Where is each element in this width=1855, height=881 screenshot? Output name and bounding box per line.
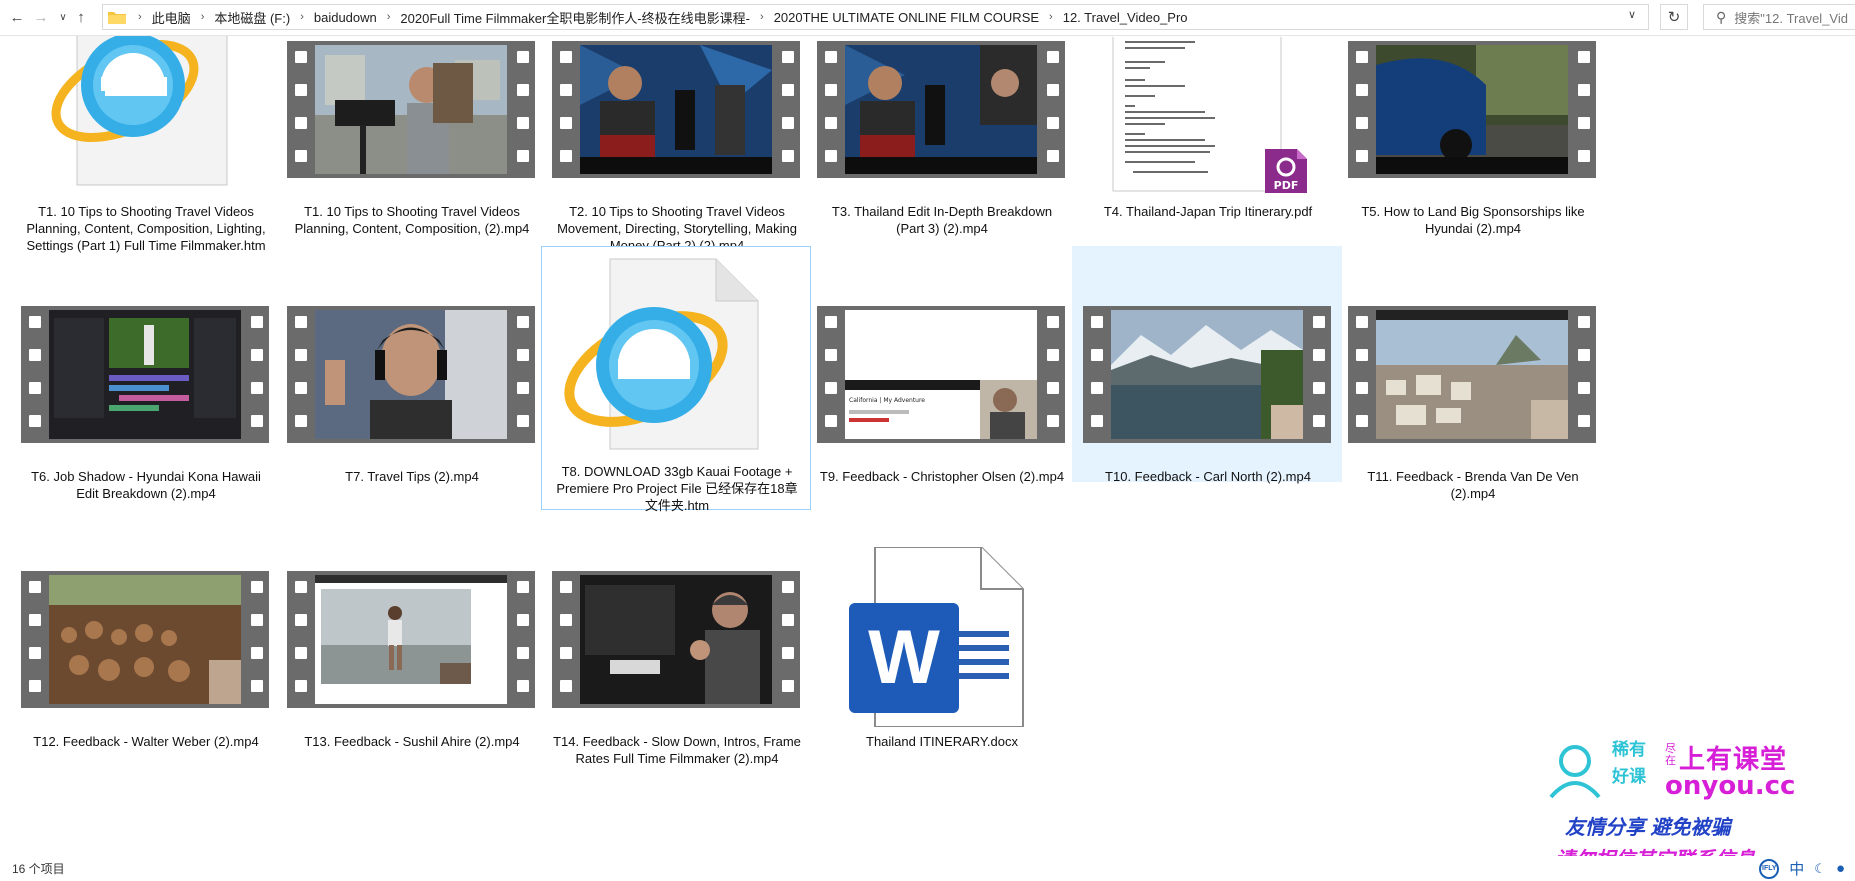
chevron-right-icon[interactable]: › — [195, 11, 211, 23]
breadcrumb-current-folder[interactable]: 12. Travel_Video_Pro — [1059, 10, 1192, 25]
left-arrow-icon: ← — [9, 8, 25, 26]
file-item[interactable]: T1. 10 Tips to Shooting Travel Videos Pl… — [10, 36, 280, 253]
back-button[interactable]: ← — [6, 6, 28, 28]
chevron-down-icon: ∨ — [59, 11, 67, 23]
file-name: Thailand ITINERARY.docx — [866, 734, 1018, 749]
video-thumbnail — [277, 571, 545, 708]
up-arrow-icon: ↑ — [77, 8, 85, 26]
chevron-right-icon: › — [138, 11, 142, 23]
chevron-right-icon[interactable]: › — [381, 11, 397, 23]
chevron-right-icon[interactable]: › — [1043, 11, 1059, 23]
video-thumbnail — [277, 306, 545, 443]
search-box[interactable]: ⚲ 搜索"12. Travel_Vid — [1703, 4, 1855, 30]
user-outline-icon — [1549, 745, 1601, 799]
file-item[interactable]: T12. Feedback - Walter Weber (2).mp4 — [10, 566, 280, 771]
file-item[interactable]: California | My Adventure T9. Feedback -… — [806, 301, 1076, 506]
video-thumbnail — [807, 41, 1075, 178]
watermark-small: 尽在 — [1665, 743, 1676, 767]
watermark: 稀有 好课 尽在 上有课堂 onyou.cc 友情分享 避免被骗 请勿相信其它联… — [1545, 731, 1795, 856]
item-count: 16 个项目 — [12, 862, 65, 876]
file-name: T3. Thailand Edit In-Depth Breakdown (Pa… — [831, 204, 1053, 236]
watermark-line1: 友情分享 避免被骗 — [1565, 817, 1731, 839]
file-name: T4. Thailand-Japan Trip Itinerary.pdf — [1103, 204, 1313, 219]
breadcrumb-baidudown[interactable]: baidudown — [310, 10, 381, 25]
video-thumbnail — [542, 571, 810, 708]
file-name: T14. Feedback - Slow Down, Intros, Frame… — [553, 734, 801, 766]
right-arrow-icon: → — [33, 8, 49, 26]
video-thumbnail — [11, 306, 279, 443]
watermark-logo-top: 稀有 — [1612, 740, 1646, 759]
status-bar: 16 个项目 IFLY 中 ☾ ● — [0, 856, 1855, 881]
microphone-icon[interactable]: ● — [1836, 860, 1845, 877]
video-thumbnail — [1338, 41, 1606, 178]
video-thumbnail: California | My Adventure — [807, 306, 1075, 443]
file-item[interactable]: T8. DOWNLOAD 33gb Kauai Footage + Premie… — [541, 246, 811, 513]
breadcrumb-drive-f[interactable]: 本地磁盘 (F:) — [210, 8, 294, 27]
file-item[interactable]: T14. Feedback - Slow Down, Intros, Frame… — [541, 566, 811, 771]
watermark-site: onyou.cc — [1665, 771, 1796, 801]
file-item[interactable]: T5. How to Land Big Sponsorships like Hy… — [1337, 36, 1607, 241]
address-bar[interactable]: › 此电脑 › 本地磁盘 (F:) › baidudown › 2020Full… — [102, 4, 1649, 30]
htm-file-icon — [542, 257, 810, 452]
video-thumbnail — [1073, 306, 1341, 443]
file-item[interactable]: T6. Job Shadow - Hyundai Kona Hawaii Edi… — [10, 301, 280, 506]
file-name: T1. 10 Tips to Shooting Travel Videos Pl… — [26, 204, 266, 253]
watermark-logo-bottom: 好课 — [1612, 767, 1646, 786]
video-thumbnail — [277, 41, 545, 178]
file-item[interactable]: T13. Feedback - Sushil Ahire (2).mp4 — [276, 566, 546, 771]
forward-button[interactable]: → — [30, 6, 52, 28]
ime-indicator[interactable]: IFLY 中 ☾ ● — [1759, 858, 1845, 879]
moon-icon[interactable]: ☾ — [1814, 861, 1826, 877]
chevron-right-icon[interactable]: › — [294, 11, 310, 23]
file-name: T8. DOWNLOAD 33gb Kauai Footage + Premie… — [556, 464, 798, 513]
address-history-dropdown[interactable]: ∨ — [1628, 8, 1636, 21]
breadcrumb-ultimate-course[interactable]: 2020THE ULTIMATE ONLINE FILM COURSE — [770, 10, 1043, 25]
file-name: T7. Travel Tips (2).mp4 — [345, 469, 479, 484]
search-placeholder: 搜索"12. Travel_Vid — [1734, 10, 1848, 26]
file-item[interactable]: T11. Feedback - Brenda Van De Ven (2).mp… — [1337, 301, 1607, 506]
file-name: T13. Feedback - Sushil Ahire (2).mp4 — [304, 734, 520, 749]
file-list-view: T1. 10 Tips to Shooting Travel Videos Pl… — [0, 36, 1855, 856]
video-title-overlay: California | My Adventure — [849, 397, 925, 404]
chevron-right-icon[interactable]: › — [754, 11, 770, 23]
file-item[interactable]: W Thailand ITINERARY.docx — [806, 546, 1076, 771]
refresh-button[interactable]: ↻ — [1660, 4, 1688, 30]
search-icon: ⚲ — [1716, 8, 1727, 25]
word-file-icon: W — [807, 547, 1075, 727]
pdf-file-icon: PDF — [1073, 37, 1341, 197]
file-name: T9. Feedback - Christopher Olsen (2).mp4 — [819, 469, 1065, 484]
file-name: T6. Job Shadow - Hyundai Kona Hawaii Edi… — [31, 469, 261, 501]
breadcrumb-this-pc[interactable]: 此电脑 — [148, 8, 195, 27]
watermark-logo: 稀有 好课 — [1600, 736, 1658, 794]
video-thumbnail — [1338, 306, 1606, 443]
file-name: T11. Feedback - Brenda Van De Ven (2).mp… — [1367, 469, 1579, 501]
file-name: T5. How to Land Big Sponsorships like Hy… — [1361, 204, 1585, 236]
video-thumbnail — [11, 571, 279, 708]
file-item[interactable]: T7. Travel Tips (2).mp4 — [276, 301, 546, 506]
file-item[interactable]: T1. 10 Tips to Shooting Travel Videos Pl… — [276, 36, 546, 241]
file-item[interactable]: T10. Feedback - Carl North (2).mp4 — [1072, 246, 1342, 484]
htm-file-icon — [11, 36, 279, 193]
file-name: T10. Feedback - Carl North (2).mp4 — [1105, 469, 1311, 484]
file-item[interactable]: T3. Thailand Edit In-Depth Breakdown (Pa… — [806, 36, 1076, 241]
navigation-bar: ← → ∨ ↑ › 此电脑 › 本地磁盘 (F:) › baidudown › … — [0, 0, 1855, 36]
word-letter: W — [868, 615, 940, 700]
file-item[interactable]: T2. 10 Tips to Shooting Travel Videos Mo… — [541, 36, 811, 253]
file-item[interactable]: PDF T4. Thailand-Japan Trip Itinerary.pd… — [1072, 36, 1342, 241]
pdf-badge-text: PDF — [1274, 179, 1299, 192]
folder-icon — [108, 10, 126, 24]
video-thumbnail — [542, 41, 810, 178]
breadcrumb-course[interactable]: 2020Full Time Filmmaker全职电影制作人-终极在线电影课程- — [396, 8, 754, 27]
file-name: T12. Feedback - Walter Weber (2).mp4 — [33, 734, 259, 749]
refresh-icon: ↻ — [1667, 9, 1681, 26]
up-button[interactable]: ↑ — [70, 6, 92, 28]
watermark-line2: 请勿相信其它联系信息 — [1555, 843, 1755, 856]
file-name: T1. 10 Tips to Shooting Travel Videos Pl… — [294, 204, 530, 236]
ime-language[interactable]: 中 — [1789, 858, 1804, 879]
ime-logo-icon[interactable]: IFLY — [1759, 858, 1780, 879]
